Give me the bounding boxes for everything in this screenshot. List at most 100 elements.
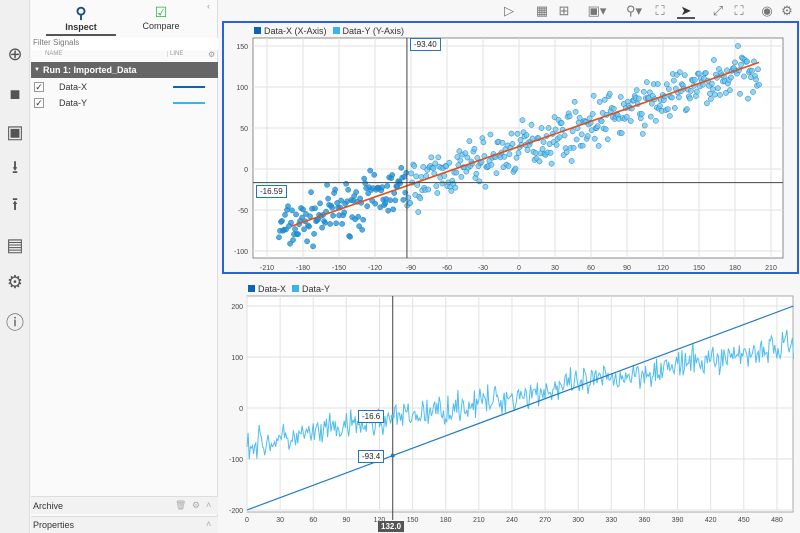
scatter-point (310, 243, 316, 250)
scatter-point (656, 103, 663, 109)
scatter-point (558, 120, 565, 126)
scatter-point (300, 206, 306, 213)
scatter-point (353, 189, 360, 195)
scatter-point (683, 106, 690, 112)
scatter-point (552, 126, 559, 133)
scatter-point (508, 130, 515, 137)
scatter-point (573, 136, 580, 143)
scatter-point (434, 190, 441, 196)
scatter-point (670, 77, 677, 84)
scatter-point (732, 59, 738, 66)
scatter-point (539, 146, 546, 152)
scatter-point (708, 96, 714, 102)
scatter-point (464, 154, 471, 161)
scatter-point (515, 150, 522, 156)
x-tick-label: 0 (517, 265, 521, 272)
scatter-point (293, 211, 299, 218)
scatter-point (711, 57, 717, 63)
scatter-point (505, 163, 512, 169)
scatter-point (563, 149, 570, 156)
scatter-point (330, 212, 336, 219)
scatter-point (471, 145, 478, 152)
y-tick-label: 200 (231, 304, 243, 311)
scatter-point (408, 170, 415, 177)
scatter-point (548, 160, 555, 167)
scatter-point (709, 80, 715, 87)
x-tick-label: 360 (639, 517, 651, 524)
x-tick-label: -60 (442, 265, 452, 272)
y-tick-label: 0 (239, 406, 243, 413)
legend-item-y[interactable]: Data-Y (292, 284, 330, 294)
scatter-point (753, 76, 759, 83)
scatter-point (513, 154, 520, 161)
x-tick-label: -90 (406, 265, 416, 272)
x-tick-label: -180 (296, 265, 310, 272)
scatter-point (364, 203, 371, 210)
scatter-point (295, 231, 301, 237)
x-tick-label: 150 (693, 265, 705, 272)
scatter-point (584, 133, 591, 139)
x-tick-label: 210 (473, 517, 485, 524)
scatter-point (652, 117, 659, 124)
scatter-point (279, 218, 285, 224)
scatter-point (413, 173, 420, 180)
scatter-point (591, 135, 598, 142)
scatter-point (635, 95, 642, 102)
scatter-point (601, 96, 608, 103)
scatter-point (735, 43, 741, 49)
y-tick-label: 100 (236, 85, 248, 92)
scatter-point (654, 81, 661, 87)
cursor-point-y (390, 414, 395, 419)
scatter-point (568, 158, 575, 164)
scatter-point (727, 87, 733, 94)
data-x-value-label[interactable]: -93.4 (358, 450, 385, 463)
scatter-point (712, 91, 718, 98)
x-tick-label: 300 (572, 517, 584, 524)
scatter-point (532, 150, 539, 156)
scatter-point (523, 132, 530, 138)
scatter-point (633, 87, 640, 94)
y-tick-label: 50 (240, 126, 248, 133)
scatter-point (578, 131, 585, 138)
scatter-point (538, 125, 545, 131)
scatter-point (668, 94, 675, 101)
scatter-point (571, 98, 578, 105)
scatter-point (671, 105, 678, 111)
scatter-point (282, 212, 288, 218)
x-tick-label: -30 (478, 265, 488, 272)
scatter-point (681, 72, 688, 79)
scatter-point (617, 94, 624, 100)
scatter-point (418, 174, 425, 180)
cursor-y-label[interactable]: -16.59 (256, 185, 287, 198)
scatter-point (728, 74, 734, 81)
x-tick-label: 150 (407, 517, 419, 524)
scatter-point (458, 173, 465, 180)
legend-item-x[interactable]: Data-X (248, 284, 286, 294)
y-tick-label: 0 (244, 167, 248, 174)
scatter-point (292, 226, 298, 232)
scatter-point (663, 81, 670, 88)
scatter-chart: -210 -180 -150 -120 -90 -60 -30 0 30 60 90 120 150 18… (229, 37, 794, 524)
scatter-point (665, 86, 672, 92)
scatter-point (556, 134, 563, 141)
scatter-point (576, 114, 583, 121)
scatter-point (466, 138, 473, 144)
x-tick-label: 120 (657, 265, 669, 272)
cursor-x-label[interactable]: -93.40 (410, 38, 441, 51)
scatter-point (594, 123, 601, 130)
scatter-point (473, 170, 480, 177)
scatter-point (536, 158, 543, 165)
scatter-point (457, 157, 464, 164)
x-tick-label: 270 (539, 517, 551, 524)
scatter-point (704, 100, 710, 107)
scatter-point (755, 66, 761, 73)
scatter-point (476, 178, 483, 185)
x-tick-label: 180 (440, 517, 452, 524)
scatter-point (590, 92, 597, 99)
data-y-value-label[interactable]: -16.6 (358, 410, 385, 423)
time-cursor-label[interactable]: 132.0 (378, 521, 405, 532)
scatter-point (610, 105, 617, 112)
scatter-point (664, 106, 671, 113)
x-tick-label: 90 (342, 517, 350, 524)
scatter-point (487, 131, 494, 138)
